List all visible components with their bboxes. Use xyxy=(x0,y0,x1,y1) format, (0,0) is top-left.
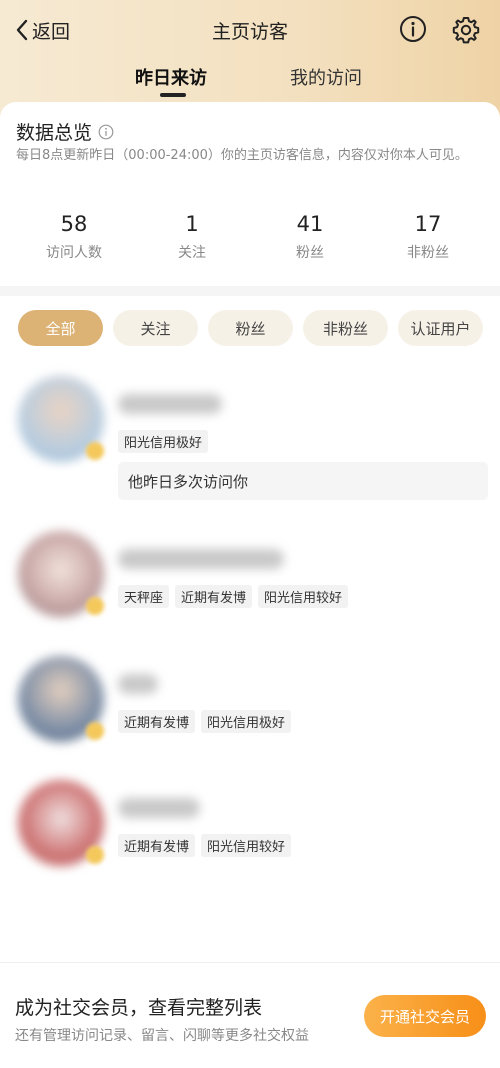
visitor-tag: 阳光信用较好 xyxy=(258,585,349,608)
stat-fans[interactable]: 41 粉丝 xyxy=(250,212,370,262)
tab-yesterday-visits[interactable]: 昨日来访 xyxy=(135,64,207,90)
filter-chips: 全部 关注 粉丝 非粉丝 认证用户 xyxy=(0,310,500,346)
filter-verified[interactable]: 认证用户 xyxy=(398,310,483,346)
verified-badge-icon xyxy=(86,597,104,615)
section-divider xyxy=(0,286,500,296)
promo-subtitle: 还有管理访问记录、留言、闪聊等更多社交权益 xyxy=(15,1028,309,1044)
stat-following[interactable]: 1 关注 xyxy=(132,212,252,262)
stat-visitors[interactable]: 58 访问人数 xyxy=(14,212,134,262)
info-small-icon[interactable] xyxy=(98,124,114,140)
gear-icon[interactable] xyxy=(450,14,482,46)
overview-title: 数据总览 xyxy=(16,118,114,145)
visitor-tag: 近期有发博 xyxy=(118,710,196,733)
verified-badge-icon xyxy=(86,722,104,740)
filter-following[interactable]: 关注 xyxy=(113,310,198,346)
stat-value: 1 xyxy=(185,212,199,236)
visitor-tags: 天秤座 近期有发博 阳光信用较好 xyxy=(118,585,349,608)
visitor-tag: 阳光信用较好 xyxy=(201,834,292,857)
visitor-name-blurred[interactable] xyxy=(118,549,284,569)
membership-promo-bar: 成为社交会员，查看完整列表 还有管理访问记录、留言、闪聊等更多社交权益 开通社交… xyxy=(0,962,500,1068)
filter-non-fans[interactable]: 非粉丝 xyxy=(303,310,388,346)
stats-row: 58 访问人数 1 关注 41 粉丝 17 非粉丝 xyxy=(0,212,500,272)
visitor-tag: 天秤座 xyxy=(118,585,170,608)
stat-value: 17 xyxy=(414,212,442,236)
filter-all[interactable]: 全部 xyxy=(18,310,103,346)
stat-label: 粉丝 xyxy=(296,245,324,261)
stat-non-fans[interactable]: 17 非粉丝 xyxy=(368,212,488,262)
top-bar: 返回 主页访客 xyxy=(0,0,500,60)
stat-value: 41 xyxy=(296,212,324,236)
stat-label: 关注 xyxy=(178,245,206,261)
visitor-tag: 近期有发博 xyxy=(175,585,253,608)
visitor-name-blurred[interactable] xyxy=(118,394,222,414)
stat-label: 非粉丝 xyxy=(407,245,449,261)
overview-description: 每日8点更新昨日（00:00-24:00）你的主页访客信息，内容仅对你本人可见。 xyxy=(16,148,468,163)
visitor-tags: 近期有发博 阳光信用极好 xyxy=(118,710,292,733)
stat-label: 访问人数 xyxy=(46,245,102,261)
promo-title: 成为社交会员，查看完整列表 xyxy=(15,997,263,1019)
filter-fans[interactable]: 粉丝 xyxy=(208,310,293,346)
visitor-tag: 近期有发博 xyxy=(118,834,196,857)
stat-value: 58 xyxy=(60,212,88,236)
visitor-name-blurred[interactable] xyxy=(118,674,158,694)
visitor-tag: 阳光信用极好 xyxy=(118,430,209,453)
tab-my-visits[interactable]: 我的访问 xyxy=(290,64,362,90)
info-circle-icon[interactable] xyxy=(398,14,428,44)
visitor-tags: 近期有发博 阳光信用较好 xyxy=(118,834,292,857)
active-tab-indicator xyxy=(160,93,186,97)
visitor-tag: 阳光信用极好 xyxy=(201,710,292,733)
visitor-note: 他昨日多次访问你 xyxy=(118,462,488,500)
overview-title-text: 数据总览 xyxy=(16,122,93,144)
open-membership-button[interactable]: 开通社交会员 xyxy=(364,995,486,1037)
visitor-tags: 阳光信用极好 xyxy=(118,430,209,453)
verified-badge-icon xyxy=(86,442,104,460)
verified-badge-icon xyxy=(86,846,104,864)
visitor-name-blurred[interactable] xyxy=(118,798,200,818)
tab-bar: 昨日来访 我的访问 xyxy=(0,60,500,100)
